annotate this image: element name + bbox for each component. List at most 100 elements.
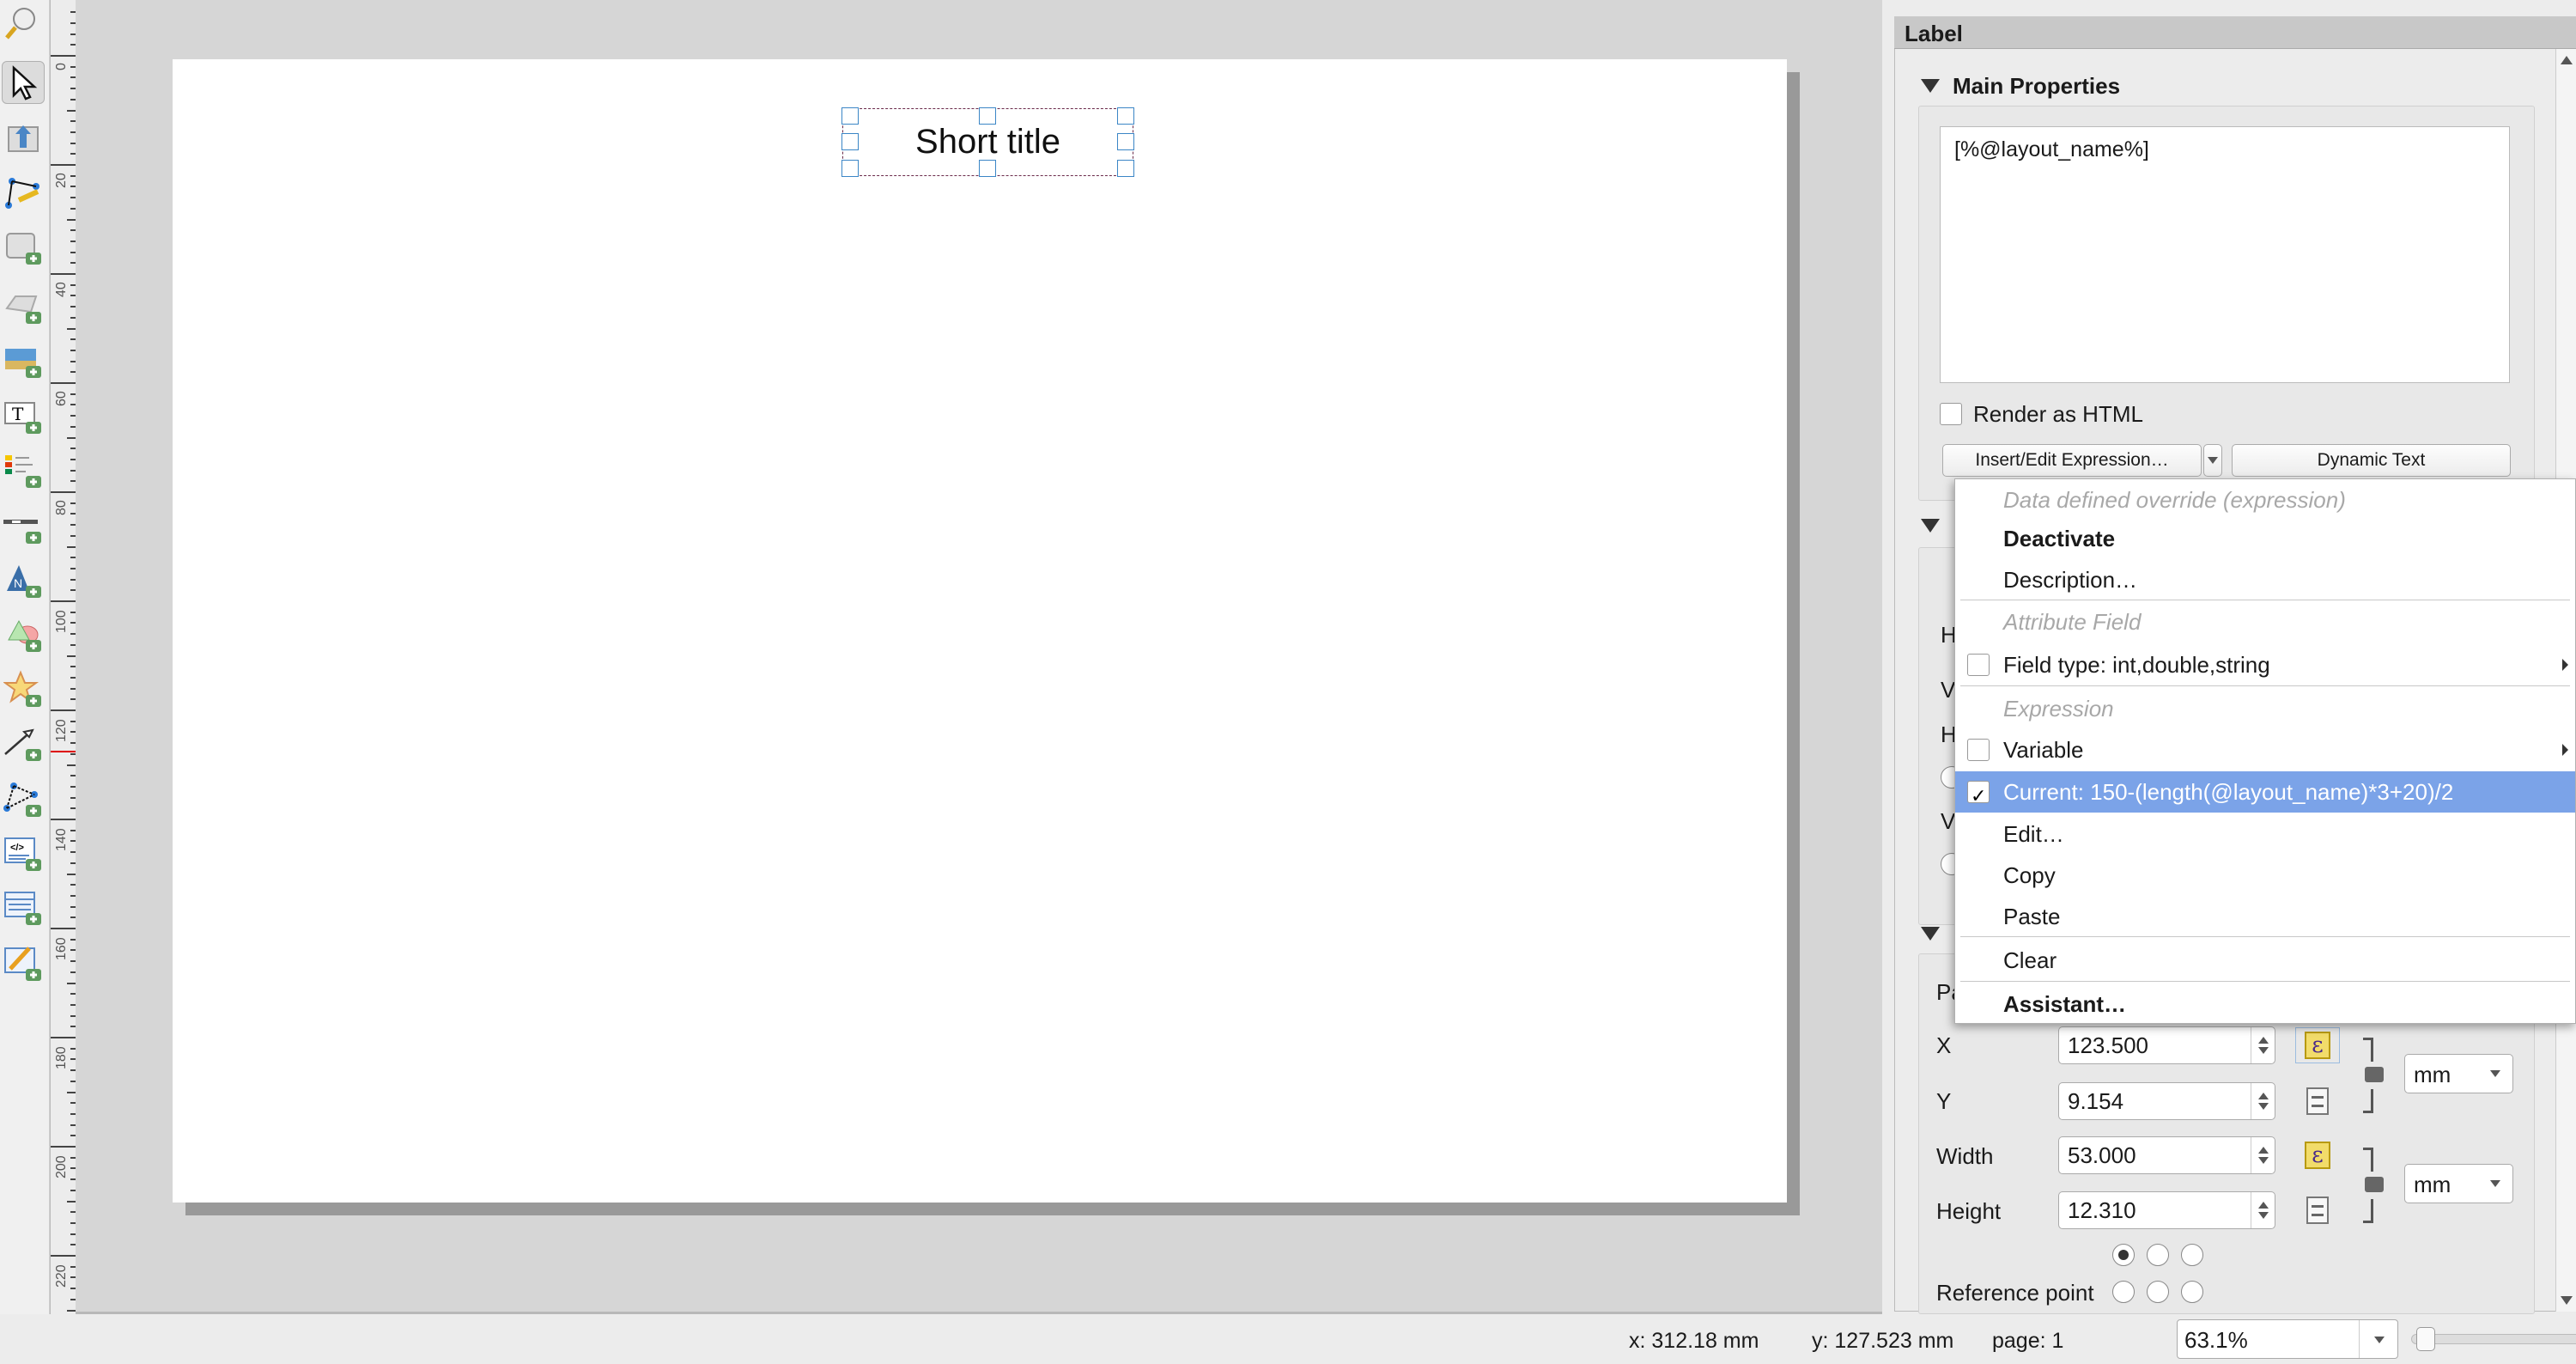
ruler-tick	[67, 436, 76, 439]
menu-item-current-150-length-layout-name[interactable]: ✓ Current: 150-(length(@layout_name)*3+20…	[1955, 771, 2575, 813]
edit-nodes-tool[interactable]	[2, 171, 45, 214]
reference-point-label: Reference point	[1936, 1280, 2094, 1306]
reference-point-top-right[interactable]	[2181, 1244, 2203, 1266]
height-input[interactable]: 12.310	[2058, 1191, 2275, 1229]
zoom-tool-tool[interactable]	[2, 2, 45, 45]
data-defined-width-button[interactable]: ε	[2295, 1137, 2340, 1173]
cursor-x-readout: x: 312.18 mm	[1629, 1329, 1759, 1353]
resize-handle[interactable]	[979, 107, 996, 125]
menu-separator	[1960, 936, 2570, 937]
reference-point-middle-left[interactable]	[2112, 1281, 2135, 1303]
resize-handle[interactable]	[1117, 160, 1134, 177]
add-legend-icon	[5, 455, 41, 488]
menu-item-label: Paste	[2003, 903, 2061, 929]
menu-item-field-type-int-double-string[interactable]: Field type: int,double,string	[1955, 644, 2575, 685]
menu-checkbox	[1967, 739, 1990, 761]
menu-item-edit[interactable]: Edit…	[1955, 813, 2575, 855]
section-main-properties[interactable]: Main Properties	[1953, 73, 2120, 100]
render-html-checkbox[interactable]	[1940, 403, 1962, 425]
data-defined-height-button[interactable]	[2295, 1192, 2340, 1228]
x-spinner[interactable]	[2251, 1027, 2275, 1063]
collapse-triangle-icon[interactable]	[1921, 927, 1940, 941]
ruler-tick	[51, 382, 76, 384]
scroll-up-icon[interactable]	[2561, 56, 2573, 64]
ruler-tick	[51, 1146, 76, 1148]
width-input[interactable]: 53.000	[2058, 1136, 2275, 1174]
scroll-down-icon[interactable]	[2561, 1296, 2573, 1305]
position-unit-select[interactable]: mm	[2404, 1054, 2513, 1093]
add-html-tool[interactable]: </>	[2, 831, 45, 874]
ruler-tick	[51, 600, 76, 602]
collapse-triangle-icon[interactable]	[1921, 519, 1940, 533]
add-attribute-table-tool[interactable]	[2, 886, 45, 929]
menu-item-label: Field type: int,double,string	[2003, 651, 2270, 678]
zoom-level-select[interactable]: 63.1%	[2177, 1319, 2398, 1359]
add-scalebar-tool[interactable]	[2, 504, 45, 547]
resize-handle[interactable]	[1117, 133, 1134, 150]
ruler-tick	[67, 109, 76, 112]
add-marker-tool[interactable]	[2, 667, 45, 710]
add-north-arrow-tool[interactable]: N	[2, 558, 45, 601]
add-legend-tool[interactable]	[2, 448, 45, 491]
edit-nodes-icon	[5, 178, 39, 209]
add-fixed-table-tool[interactable]	[2, 941, 45, 984]
insert-expression-button[interactable]: Insert/Edit Expression…	[1942, 444, 2202, 477]
menu-item-assistant[interactable]: Assistant…	[1955, 983, 2575, 1025]
menu-item-deactivate[interactable]: Deactivate	[1955, 518, 2575, 559]
zoom-slider[interactable]	[2411, 1334, 2576, 1344]
reference-point-middle-right[interactable]	[2181, 1281, 2203, 1303]
dynamic-text-button[interactable]: Dynamic Text	[2232, 444, 2511, 477]
move-content-icon	[8, 125, 39, 152]
resize-handle[interactable]	[1117, 107, 1134, 125]
insert-expression-dropdown[interactable]	[2203, 444, 2222, 477]
add-picture-tool[interactable]	[2, 338, 45, 381]
menu-item-copy[interactable]: Copy	[1955, 855, 2575, 896]
reference-point-middle-center[interactable]	[2147, 1281, 2169, 1303]
x-input[interactable]: 123.500	[2058, 1026, 2275, 1064]
zoom-slider-handle[interactable]	[2416, 1327, 2435, 1351]
add-arrow-tool[interactable]	[2, 722, 45, 764]
data-defined-x-button[interactable]: ε	[2295, 1027, 2340, 1063]
label-item-text: Short title	[915, 123, 1060, 161]
ruler-label: 200	[54, 1155, 69, 1178]
add-label-tool[interactable]: T	[2, 394, 45, 437]
y-input[interactable]: 9.154	[2058, 1082, 2275, 1120]
menu-item-clear[interactable]: Clear	[1955, 940, 2575, 981]
add-north-arrow-icon: N	[7, 565, 41, 598]
resize-handle[interactable]	[979, 160, 996, 177]
add-shape-tool[interactable]	[2, 612, 45, 655]
menu-item-paste[interactable]: Paste	[1955, 896, 2575, 937]
layout-page[interactable]	[173, 59, 1787, 1203]
lock-ratio-icon[interactable]	[2365, 1177, 2384, 1192]
add-picture-icon	[5, 349, 41, 378]
resize-handle[interactable]	[841, 107, 859, 125]
size-unit-select[interactable]: mm	[2404, 1164, 2513, 1203]
resize-handle[interactable]	[841, 133, 859, 150]
menu-item-label: Current: 150-(length(@layout_name)*3+20)…	[2003, 778, 2454, 805]
add-map-tool[interactable]	[2, 225, 45, 268]
add-marker-icon	[3, 670, 41, 707]
label-item-selected[interactable]: Short title	[841, 107, 1134, 177]
y-value: 9.154	[2068, 1088, 2124, 1114]
menu-item-description[interactable]: Description…	[1955, 559, 2575, 600]
add-arrow-icon	[4, 728, 41, 761]
data-defined-y-button[interactable]	[2295, 1083, 2340, 1119]
collapse-triangle-icon[interactable]	[1921, 79, 1940, 93]
reference-point-top-left[interactable]	[2112, 1244, 2135, 1266]
label-text-input[interactable]: [%@layout_name%]	[1940, 126, 2510, 383]
move-content-tool[interactable]	[2, 117, 45, 160]
y-spinner[interactable]	[2251, 1083, 2275, 1119]
ruler-label: 100	[54, 610, 69, 633]
svg-text:N: N	[14, 576, 22, 590]
select-move-item-tool[interactable]	[2, 61, 45, 104]
height-spinner[interactable]	[2251, 1192, 2275, 1228]
add-3d-map-tool[interactable]	[2, 284, 45, 327]
reference-point-top-center[interactable]	[2147, 1244, 2169, 1266]
toolbox: T N </>	[0, 0, 50, 1314]
lock-position-icon[interactable]	[2365, 1067, 2384, 1082]
resize-handle[interactable]	[841, 160, 859, 177]
vertical-ruler: 0 20 40 60 80 100 120 140 160 180 200 220	[50, 0, 76, 1314]
add-node-item-tool[interactable]	[2, 777, 45, 820]
menu-item-variable[interactable]: Variable	[1955, 729, 2575, 770]
width-spinner[interactable]	[2251, 1137, 2275, 1173]
